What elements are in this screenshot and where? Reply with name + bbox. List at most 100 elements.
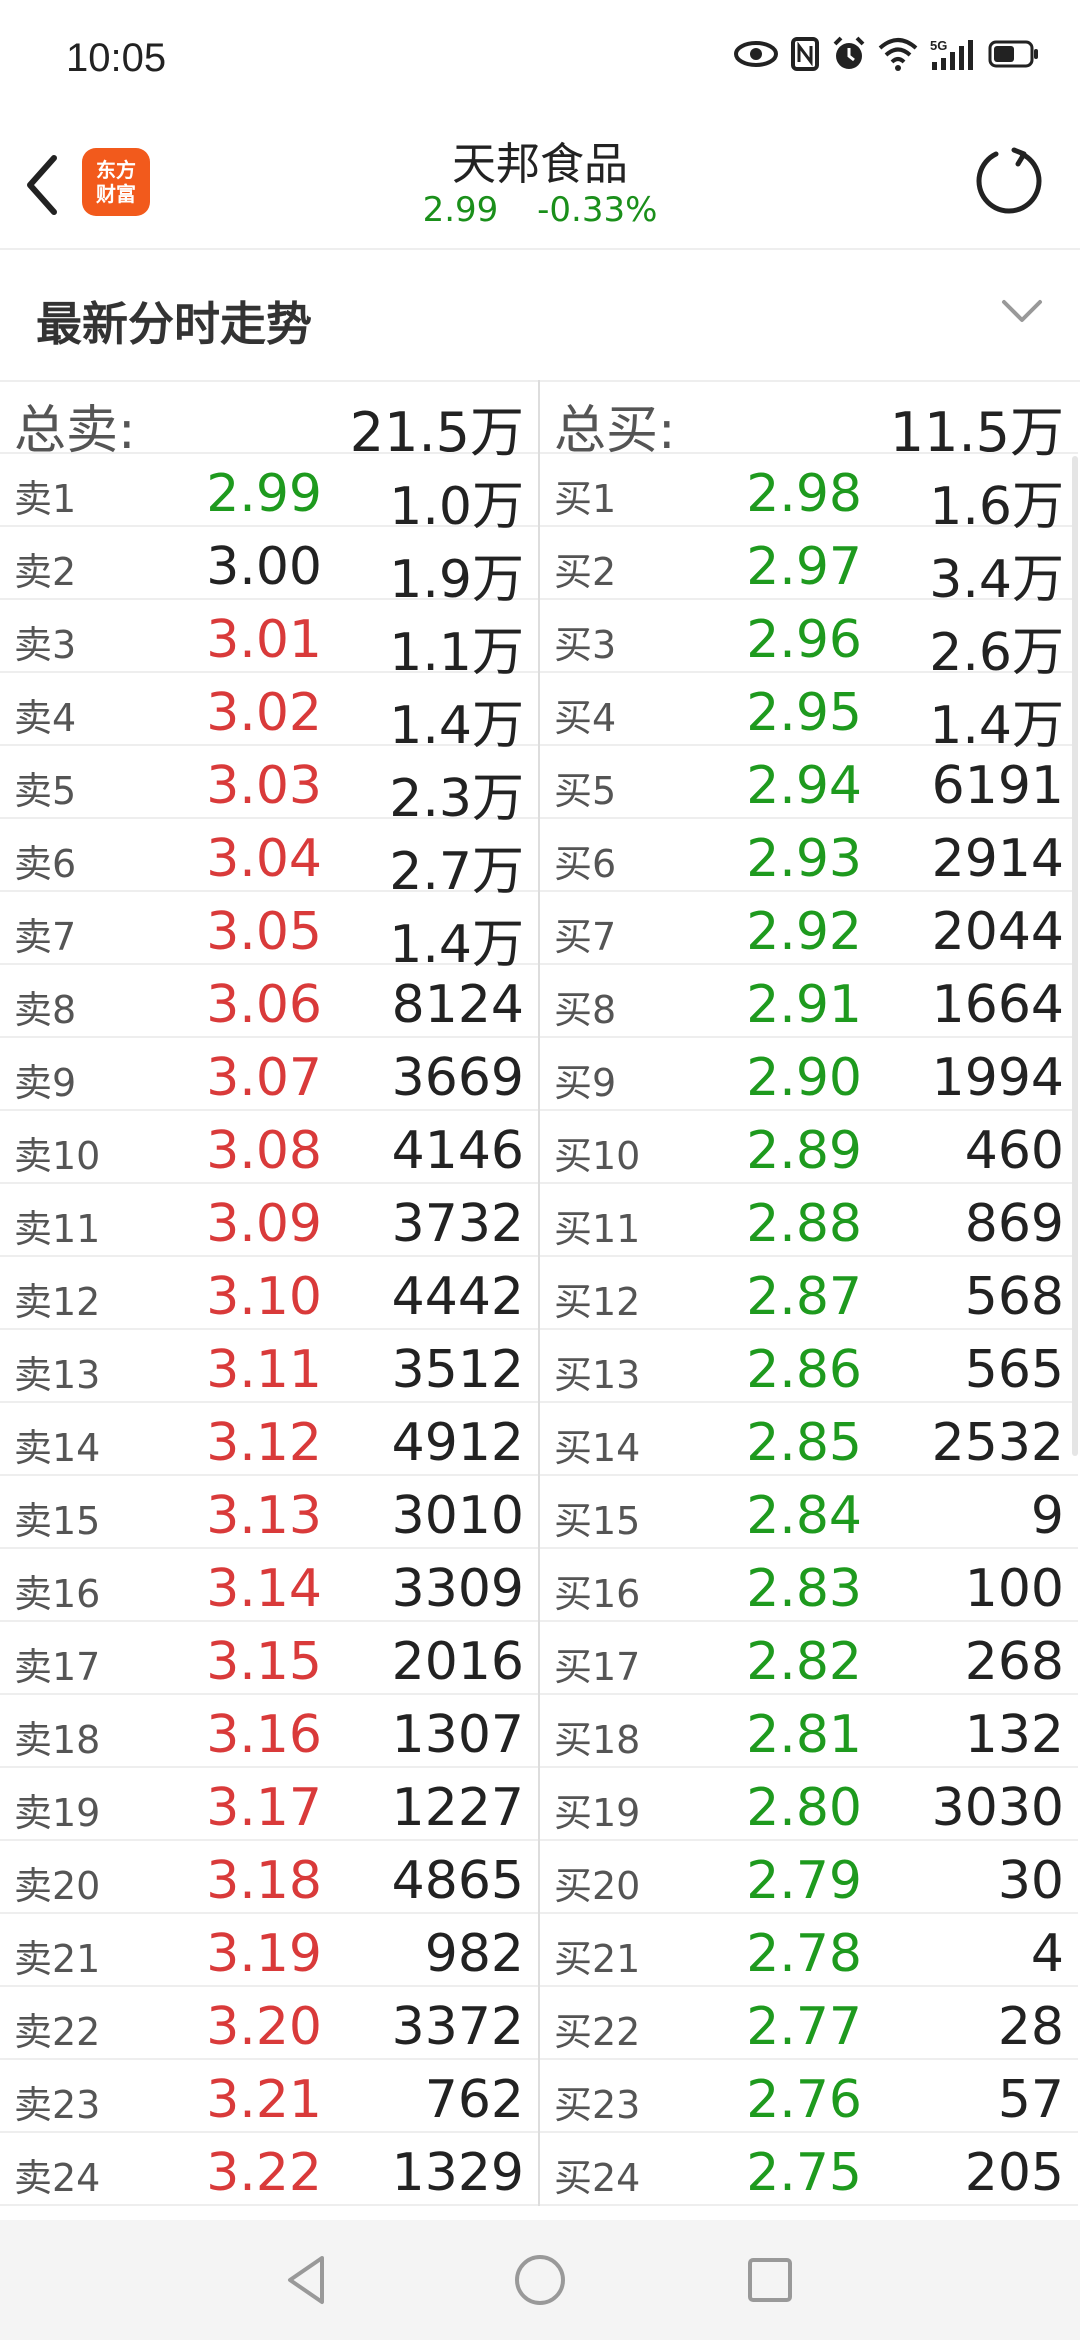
sell-volume: 1329 bbox=[391, 2143, 524, 2203]
buy-row[interactable]: 买4 2.95 1.4万 bbox=[540, 673, 1078, 756]
buy-level: 买3 bbox=[554, 623, 617, 667]
sell-price: 2.99 bbox=[206, 464, 322, 524]
refresh-button[interactable] bbox=[972, 144, 1046, 218]
sell-row[interactable]: 卖2 3.00 1.9万 bbox=[0, 527, 538, 610]
sell-row[interactable]: 卖1 2.99 1.0万 bbox=[0, 454, 538, 537]
buy-row[interactable]: 买18 2.81 132 bbox=[540, 1695, 1078, 1768]
buy-volume: 30 bbox=[997, 1851, 1064, 1911]
buy-volume: 205 bbox=[964, 2143, 1064, 2203]
buy-price: 2.84 bbox=[746, 1486, 862, 1546]
buy-row[interactable]: 买11 2.88 869 bbox=[540, 1184, 1078, 1257]
sell-level: 卖19 bbox=[14, 1791, 101, 1835]
sell-row[interactable]: 卖19 3.17 1227 bbox=[0, 1768, 538, 1841]
sell-row[interactable]: 卖9 3.07 3669 bbox=[0, 1038, 538, 1111]
sell-row[interactable]: 卖22 3.20 3372 bbox=[0, 1987, 538, 2060]
sell-level: 卖7 bbox=[14, 915, 77, 959]
buy-row[interactable]: 买5 2.94 6191 bbox=[540, 746, 1078, 819]
sell-level: 卖8 bbox=[14, 988, 77, 1032]
sell-price: 3.13 bbox=[206, 1486, 322, 1546]
sell-price: 3.18 bbox=[206, 1851, 322, 1911]
scrollbar[interactable] bbox=[1072, 456, 1078, 1456]
sell-level: 卖4 bbox=[14, 696, 77, 740]
sell-volume: 3669 bbox=[391, 1048, 524, 1108]
buy-row[interactable]: 买3 2.96 2.6万 bbox=[540, 600, 1078, 683]
sell-price: 3.17 bbox=[206, 1778, 322, 1838]
buy-row[interactable]: 买15 2.84 9 bbox=[540, 1476, 1078, 1549]
sell-price: 3.15 bbox=[206, 1632, 322, 1692]
sell-row[interactable]: 卖10 3.08 4146 bbox=[0, 1111, 538, 1184]
status-time: 10:05 bbox=[66, 36, 167, 80]
sell-row[interactable]: 卖12 3.10 4442 bbox=[0, 1257, 538, 1330]
sell-price: 3.20 bbox=[206, 1997, 322, 2057]
buy-price: 2.92 bbox=[746, 902, 862, 962]
buy-row[interactable]: 买21 2.78 4 bbox=[540, 1914, 1078, 1987]
system-nav-bar bbox=[0, 2220, 1080, 2340]
sell-row[interactable]: 卖11 3.09 3732 bbox=[0, 1184, 538, 1257]
sell-price: 3.22 bbox=[206, 2143, 322, 2203]
sell-row[interactable]: 卖8 3.06 8124 bbox=[0, 965, 538, 1038]
buy-row[interactable]: 买6 2.93 2914 bbox=[540, 819, 1078, 892]
section-header[interactable]: 最新分时走势 bbox=[0, 248, 1080, 382]
buy-row[interactable]: 买8 2.91 1664 bbox=[540, 965, 1078, 1038]
chevron-down-icon[interactable] bbox=[1000, 296, 1044, 326]
buy-row[interactable]: 买22 2.77 28 bbox=[540, 1987, 1078, 2060]
refresh-icon bbox=[976, 147, 1042, 214]
sell-row[interactable]: 卖6 3.04 2.7万 bbox=[0, 819, 538, 902]
buy-row[interactable]: 买2 2.97 3.4万 bbox=[540, 527, 1078, 610]
buy-level: 买4 bbox=[554, 696, 617, 740]
buy-row[interactable]: 买9 2.90 1994 bbox=[540, 1038, 1078, 1111]
buy-row[interactable]: 买14 2.85 2532 bbox=[540, 1403, 1078, 1476]
sell-row[interactable]: 卖5 3.03 2.3万 bbox=[0, 746, 538, 829]
sell-row[interactable]: 卖7 3.05 1.4万 bbox=[0, 892, 538, 975]
triangle-back-icon bbox=[288, 2256, 324, 2304]
buy-volume: 268 bbox=[964, 1632, 1064, 1692]
buy-row[interactable]: 买13 2.86 565 bbox=[540, 1330, 1078, 1403]
buy-side: 总买: 11.5万 买1 2.98 1.6万 买2 2.97 3.4万 买3 2.96 2.6万… bbox=[540, 380, 1078, 2206]
buy-row[interactable]: 买24 2.75 205 bbox=[540, 2133, 1078, 2206]
buy-volume: 2914 bbox=[931, 829, 1064, 889]
buy-row[interactable]: 买1 2.98 1.6万 bbox=[540, 454, 1078, 537]
sell-total-row: 总卖: 21.5万 bbox=[0, 380, 538, 464]
sell-volume: 762 bbox=[424, 2070, 524, 2130]
sell-level: 卖11 bbox=[14, 1207, 101, 1251]
sell-row[interactable]: 卖18 3.16 1307 bbox=[0, 1695, 538, 1768]
buy-volume: 9 bbox=[1030, 1486, 1064, 1546]
nav-recents-button[interactable] bbox=[740, 2250, 800, 2310]
buy-price: 2.95 bbox=[746, 683, 862, 743]
battery-icon bbox=[988, 36, 1040, 76]
buy-row[interactable]: 买12 2.87 568 bbox=[540, 1257, 1078, 1330]
sell-row[interactable]: 卖23 3.21 762 bbox=[0, 2060, 538, 2133]
buy-row[interactable]: 买23 2.76 57 bbox=[540, 2060, 1078, 2133]
buy-row[interactable]: 买19 2.80 3030 bbox=[540, 1768, 1078, 1841]
sell-row[interactable]: 卖14 3.12 4912 bbox=[0, 1403, 538, 1476]
sell-price: 3.16 bbox=[206, 1705, 322, 1765]
sell-row[interactable]: 卖3 3.01 1.1万 bbox=[0, 600, 538, 683]
sell-price: 3.19 bbox=[206, 1924, 322, 1984]
buy-row[interactable]: 买16 2.83 100 bbox=[540, 1549, 1078, 1622]
nav-home-button[interactable] bbox=[510, 2250, 570, 2310]
buy-level: 买12 bbox=[554, 1280, 641, 1324]
sell-row[interactable]: 卖17 3.15 2016 bbox=[0, 1622, 538, 1695]
buy-price: 2.91 bbox=[746, 975, 862, 1035]
sell-level: 卖3 bbox=[14, 623, 77, 667]
buy-level: 买5 bbox=[554, 769, 617, 813]
sell-price: 3.21 bbox=[206, 2070, 322, 2130]
sell-row[interactable]: 卖13 3.11 3512 bbox=[0, 1330, 538, 1403]
sell-row[interactable]: 卖16 3.14 3309 bbox=[0, 1549, 538, 1622]
sell-price: 3.03 bbox=[206, 756, 322, 816]
sell-row[interactable]: 卖15 3.13 3010 bbox=[0, 1476, 538, 1549]
buy-row[interactable]: 买17 2.82 268 bbox=[540, 1622, 1078, 1695]
nav-back-button[interactable] bbox=[278, 2250, 338, 2310]
buy-row[interactable]: 买20 2.79 30 bbox=[540, 1841, 1078, 1914]
sell-row[interactable]: 卖21 3.19 982 bbox=[0, 1914, 538, 1987]
sell-row[interactable]: 卖24 3.22 1329 bbox=[0, 2133, 538, 2206]
buy-row[interactable]: 买10 2.89 460 bbox=[540, 1111, 1078, 1184]
buy-level: 买14 bbox=[554, 1426, 641, 1470]
buy-price: 2.80 bbox=[746, 1778, 862, 1838]
sell-level: 卖2 bbox=[14, 550, 77, 594]
buy-row[interactable]: 买7 2.92 2044 bbox=[540, 892, 1078, 965]
sell-row[interactable]: 卖4 3.02 1.4万 bbox=[0, 673, 538, 756]
stock-price: 2.99 bbox=[422, 190, 499, 230]
sell-volume: 3732 bbox=[391, 1194, 524, 1254]
sell-row[interactable]: 卖20 3.18 4865 bbox=[0, 1841, 538, 1914]
